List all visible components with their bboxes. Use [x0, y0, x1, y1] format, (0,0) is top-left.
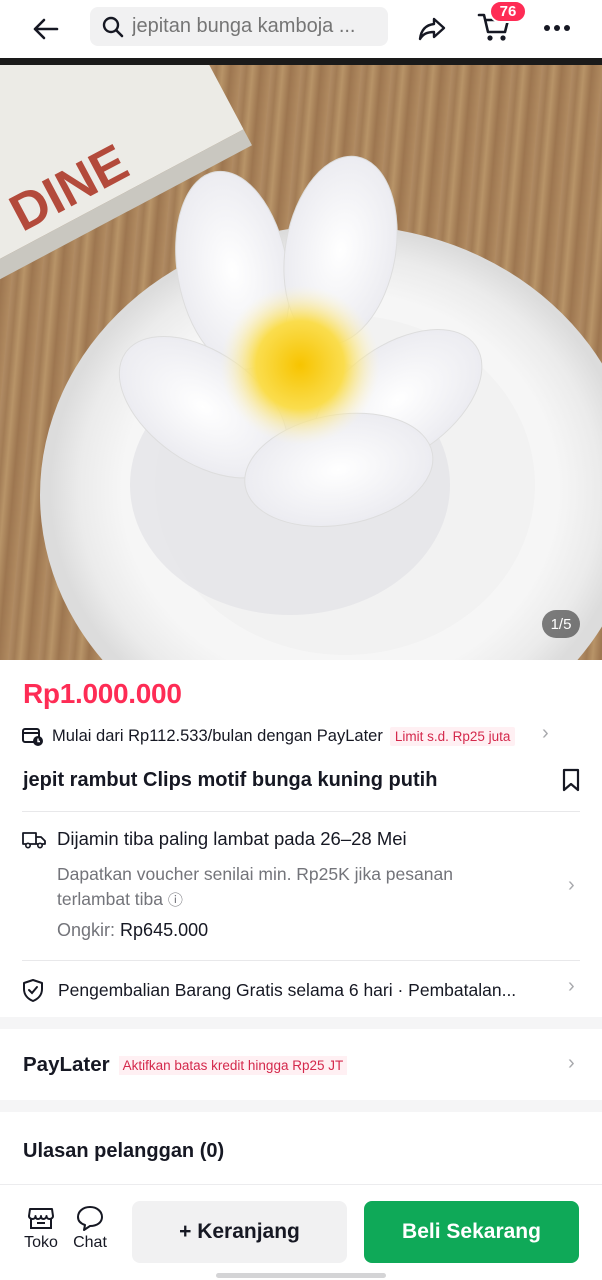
paylater-label: PayLater	[23, 1053, 110, 1076]
delivery-truck-icon	[22, 832, 46, 849]
search-input[interactable]	[132, 15, 372, 38]
chevron-right-icon: ›	[568, 1052, 575, 1074]
late-delivery-voucher: Dapatkan voucher senilai min. Rp25K jika…	[57, 864, 453, 909]
home-indicator	[216, 1273, 386, 1278]
shield-check-icon	[23, 979, 43, 1002]
info-icon[interactable]: ⓘ	[168, 892, 183, 909]
installment-card-icon	[22, 728, 43, 746]
paylater-limit-badge: Limit s.d. Rp25 juta	[389, 726, 516, 746]
paylater-installment-row[interactable]: Mulai dari Rp112.533/bulan dengan PayLat…	[22, 722, 582, 750]
search-bar[interactable]	[90, 7, 388, 46]
chevron-right-icon: ›	[568, 975, 575, 997]
returns-policy-row[interactable]: Pengembalian Barang Gratis selama 6 hari…	[22, 975, 582, 1005]
shipping-cost-value: Rp645.000	[120, 920, 209, 940]
paylater-text: Mulai dari Rp112.533/bulan dengan PayLat…	[52, 726, 383, 745]
cart-count-badge: 76	[489, 0, 527, 23]
section-gap	[0, 1017, 602, 1029]
paylater-credit-badge: Aktifkan batas kredit hingga Rp25 JT	[118, 1055, 348, 1075]
divider	[22, 811, 580, 812]
product-title-row: jepit rambut Clips motif bunga kuning pu…	[23, 764, 583, 796]
arrow-left-icon	[33, 18, 59, 40]
header-divider	[0, 58, 602, 65]
more-dots-icon	[544, 25, 570, 31]
share-button[interactable]	[414, 11, 450, 47]
product-photo: DINE	[0, 65, 602, 660]
paylater-section[interactable]: PayLater Aktifkan batas kredit hingga Rp…	[0, 1030, 602, 1100]
top-header: 76	[0, 0, 602, 58]
bottom-action-bar: Toko Chat + Keranjang Beli Sekarang	[0, 1184, 602, 1280]
delivery-info[interactable]: Dijamin tiba paling lambat pada 26–28 Me…	[22, 826, 582, 946]
chat-bubble-icon	[77, 1206, 103, 1231]
bookmark-icon[interactable]	[560, 768, 582, 792]
product-title: jepit rambut Clips motif bunga kuning pu…	[23, 769, 438, 791]
chat-label: Chat	[73, 1234, 107, 1251]
chat-button[interactable]: Chat	[69, 1205, 111, 1261]
back-button[interactable]	[28, 12, 62, 46]
returns-text: Pengembalian Barang Gratis selama 6 hari…	[58, 979, 517, 1000]
reviews-title: Ulasan pelanggan (0)	[23, 1140, 225, 1162]
share-icon	[418, 17, 446, 41]
more-options-button[interactable]	[540, 14, 574, 42]
chevron-right-icon: ›	[568, 874, 575, 896]
buy-now-button[interactable]: Beli Sekarang	[364, 1201, 579, 1263]
product-image-gallery[interactable]: DINE	[0, 65, 602, 660]
shop-button[interactable]: Toko	[20, 1205, 62, 1261]
store-icon	[28, 1208, 54, 1229]
shipping-cost: Ongkir: Rp645.000	[57, 920, 209, 940]
delivery-guarantee: Dijamin tiba paling lambat pada 26–28 Me…	[57, 828, 407, 849]
add-to-cart-button[interactable]: + Keranjang	[132, 1201, 347, 1263]
section-gap	[0, 1100, 602, 1112]
image-counter: 1/5	[542, 610, 580, 638]
search-icon	[102, 16, 124, 37]
product-price: Rp1.000.000	[23, 678, 182, 709]
chevron-right-icon: ›	[542, 722, 549, 744]
shop-label: Toko	[24, 1234, 58, 1251]
divider	[22, 960, 580, 961]
